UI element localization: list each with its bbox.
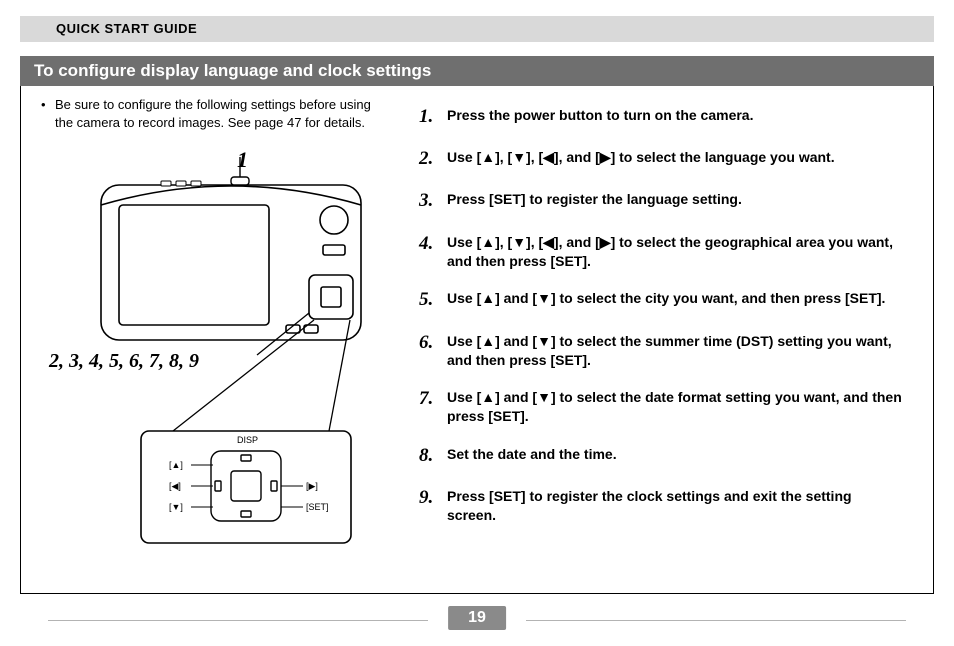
step-number: 6. — [419, 330, 447, 371]
step-item: 5.Use [▲] and [▼] to select the city you… — [419, 287, 903, 313]
intro-note: • Be sure to configure the following set… — [41, 96, 391, 131]
step-list: 1.Press the power button to turn on the … — [419, 104, 903, 526]
step-text: Use [▲] and [▼] to select the date forma… — [447, 386, 903, 427]
intro-note-text: Be sure to configure the following setti… — [55, 96, 391, 131]
header-title: QUICK START GUIDE — [20, 16, 934, 42]
page-number: 19 — [448, 606, 506, 630]
detail-down-label: [▼] — [169, 502, 183, 512]
step-text: Use [▲] and [▼] to select the city you w… — [447, 287, 885, 313]
step-item: 9.Press [SET] to register the clock sett… — [419, 485, 903, 526]
step-number: 3. — [419, 188, 447, 214]
left-column: • Be sure to configure the following set… — [21, 86, 409, 593]
detail-left-label: [◀] — [169, 481, 181, 492]
content-box: • Be sure to configure the following set… — [20, 86, 934, 594]
step-item: 3.Press [SET] to register the language s… — [419, 188, 903, 214]
footer-divider-right — [526, 620, 906, 621]
callout-left: 2, 3, 4, 5, 6, 7, 8, 9 — [49, 350, 199, 373]
manual-page: QUICK START GUIDE To configure display l… — [0, 0, 954, 646]
camera-diagram: 1 2, 3, 4, 5, 6, 7, 8, 9 DISP [▲] [◀] [▼… — [41, 145, 391, 555]
section-title: To configure display language and clock … — [20, 56, 934, 86]
step-text: Use [▲], [▼], [◀], and [▶] to select the… — [447, 146, 835, 172]
step-text: Use [▲], [▼], [◀], and [▶] to select the… — [447, 231, 903, 272]
step-item: 4.Use [▲], [▼], [◀], and [▶] to select t… — [419, 231, 903, 272]
step-number: 4. — [419, 231, 447, 272]
bullet-icon: • — [41, 96, 55, 131]
right-column: 1.Press the power button to turn on the … — [409, 86, 933, 593]
detail-set-label: [SET] — [306, 502, 329, 512]
detail-up-label: [▲] — [169, 460, 183, 470]
step-item: 7.Use [▲] and [▼] to select the date for… — [419, 386, 903, 427]
step-text: Press [SET] to register the clock settin… — [447, 485, 903, 526]
step-item: 6.Use [▲] and [▼] to select the summer t… — [419, 330, 903, 371]
step-number: 1. — [419, 104, 447, 130]
step-text: Press [SET] to register the language set… — [447, 188, 742, 214]
detail-disp-label: DISP — [237, 435, 258, 445]
step-number: 5. — [419, 287, 447, 313]
step-item: 1.Press the power button to turn on the … — [419, 104, 903, 130]
detail-right-label: [▶] — [306, 481, 318, 492]
step-text: Press the power button to turn on the ca… — [447, 104, 753, 130]
step-number: 8. — [419, 443, 447, 469]
step-text: Use [▲] and [▼] to select the summer tim… — [447, 330, 903, 371]
step-item: 8.Set the date and the time. — [419, 443, 903, 469]
page-footer: 19 — [0, 606, 954, 640]
step-item: 2.Use [▲], [▼], [◀], and [▶] to select t… — [419, 146, 903, 172]
step-text: Set the date and the time. — [447, 443, 617, 469]
callout-top: 1 — [237, 147, 248, 173]
step-number: 7. — [419, 386, 447, 427]
footer-divider-left — [48, 620, 428, 621]
step-number: 2. — [419, 146, 447, 172]
step-number: 9. — [419, 485, 447, 526]
